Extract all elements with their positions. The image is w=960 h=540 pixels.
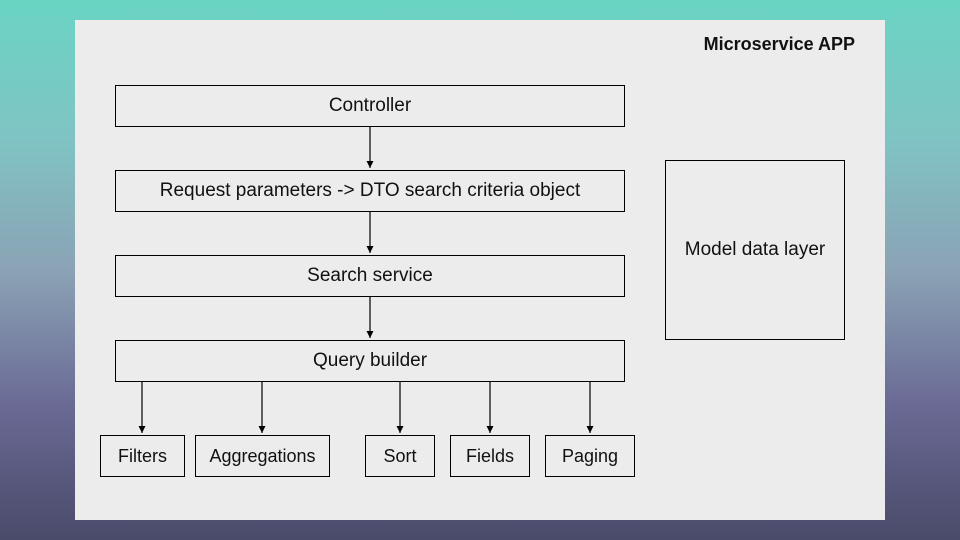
- box-aggregations: Aggregations: [195, 435, 330, 477]
- box-dto: Request parameters -> DTO search criteri…: [115, 170, 625, 212]
- box-search-service: Search service: [115, 255, 625, 297]
- box-paging: Paging: [545, 435, 635, 477]
- box-model-data-layer: Model data layer: [665, 160, 845, 340]
- box-fields: Fields: [450, 435, 530, 477]
- diagram-panel: Microservice APP Controller Request para…: [75, 20, 885, 520]
- box-sort: Sort: [365, 435, 435, 477]
- box-controller: Controller: [115, 85, 625, 127]
- diagram-title: Microservice APP: [704, 34, 855, 55]
- box-query-builder: Query builder: [115, 340, 625, 382]
- box-filters: Filters: [100, 435, 185, 477]
